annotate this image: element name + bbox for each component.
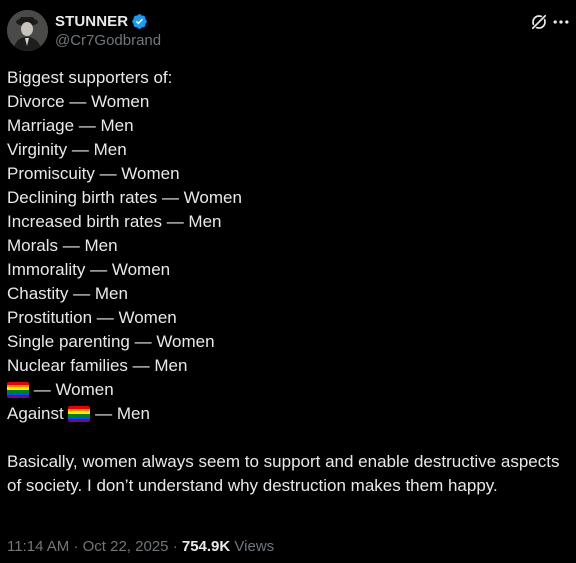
verified-badge-icon	[131, 13, 148, 30]
author-names: STUNNER @Cr7Godbrand	[55, 11, 161, 50]
post-line: Divorce — Women	[7, 92, 150, 111]
post-line: Declining birth rates — Women	[7, 188, 242, 207]
display-name[interactable]: STUNNER	[55, 13, 128, 30]
post-closing: Basically, women always seem to support …	[7, 452, 560, 495]
post-date[interactable]: Oct 22, 2025	[83, 538, 169, 555]
post-header: STUNNER @Cr7Godbrand	[7, 9, 569, 53]
rainbow-flag-icon	[68, 406, 91, 422]
rainbow-flag-icon	[7, 382, 29, 398]
display-name-row: STUNNER	[55, 11, 161, 31]
line-suffix: — Men	[90, 404, 150, 423]
grok-icon[interactable]	[529, 12, 549, 32]
post-text: Biggest supporters of: Divorce — Women M…	[7, 66, 567, 498]
post-line: Against — Men	[7, 402, 567, 426]
post-meta: 11:14 AM · Oct 22, 2025 · 754.9K Views	[7, 538, 274, 555]
flag-stripe	[68, 419, 91, 422]
flag-stripe	[7, 395, 29, 398]
avatar[interactable]	[7, 10, 48, 51]
post-line: Virginity — Men	[7, 140, 127, 159]
post-intro: Biggest supporters of:	[7, 68, 173, 87]
post-time[interactable]: 11:14 AM	[7, 538, 69, 555]
views-count[interactable]: 754.9K	[182, 538, 230, 555]
post-line: Chastity — Men	[7, 284, 128, 303]
meta-separator: ·	[73, 538, 79, 555]
post-line: Prostitution — Women	[7, 308, 177, 327]
meta-separator: ·	[172, 538, 178, 555]
post-line: Nuclear families — Men	[7, 356, 188, 375]
post-line: Increased birth rates — Men	[7, 212, 222, 231]
post-line: Immorality — Women	[7, 260, 171, 279]
post-line: Morals — Men	[7, 236, 118, 255]
handle[interactable]: @Cr7Godbrand	[55, 32, 161, 49]
post-line: Single parenting — Women	[7, 332, 215, 351]
line-prefix: Against	[7, 404, 69, 423]
post-line: Promiscuity — Women	[7, 164, 180, 183]
line-suffix: — Women	[29, 380, 114, 399]
more-icon[interactable]	[551, 12, 571, 32]
post-line: — Women	[7, 378, 567, 402]
post-line: Marriage — Men	[7, 116, 134, 135]
views-label: Views	[234, 538, 275, 555]
